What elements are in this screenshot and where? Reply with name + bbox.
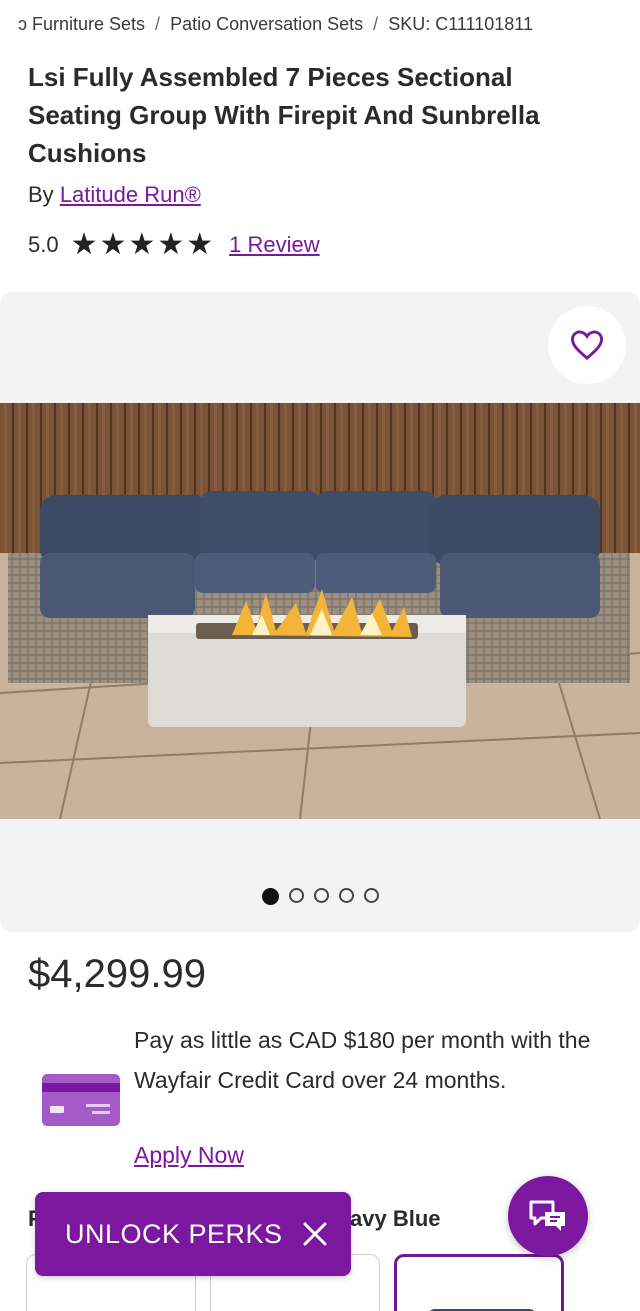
gallery-dot-4[interactable] <box>338 888 354 903</box>
credit-card-icon <box>42 1074 120 1126</box>
star-icon: ★ <box>128 227 156 262</box>
rating-row: 5.0 ★ ★ ★ ★ ★ 1 Review <box>28 228 320 262</box>
star-icon: ★ <box>186 227 214 262</box>
brand-byline: By Latitude Run® <box>28 182 201 208</box>
breadcrumb-item-furniture-sets[interactable]: ɔ Furniture Sets <box>18 14 145 35</box>
product-photo <box>0 403 640 819</box>
breadcrumb-separator: / <box>155 14 161 34</box>
financing-text: Pay as little as CAD $180 per month with… <box>134 1027 591 1093</box>
gallery-dot-3[interactable] <box>313 888 329 903</box>
star-icon: ★ <box>157 227 185 262</box>
variant-selected-value: avy Blue <box>350 1206 441 1231</box>
heart-outline-icon <box>570 330 604 361</box>
reviews-link[interactable]: 1 Review <box>229 232 319 258</box>
product-image-gallery[interactable] <box>0 292 640 932</box>
product-title: Lsi Fully Assembled 7 Pieces Sectional S… <box>28 62 540 168</box>
by-label: By <box>28 182 54 207</box>
star-icon: ★ <box>99 227 127 262</box>
product-price: $4,299.99 <box>28 952 206 996</box>
brand-link[interactable]: Latitude Run® <box>60 182 201 207</box>
rating-score: 5.0 <box>28 232 59 257</box>
breadcrumb-separator: / <box>373 14 379 34</box>
gallery-dot-1[interactable] <box>261 888 279 905</box>
gallery-dot-5[interactable] <box>363 888 379 903</box>
star-rating: ★ ★ ★ ★ ★ <box>71 230 214 260</box>
chat-button[interactable] <box>508 1176 588 1256</box>
gallery-dot-2[interactable] <box>288 888 304 903</box>
gallery-pagination <box>0 888 640 905</box>
variant-swatch-3[interactable] <box>394 1254 564 1311</box>
favorite-button[interactable] <box>548 306 626 384</box>
chat-bubbles-icon <box>529 1200 565 1231</box>
unlock-perks-label: UNLOCK PERKS <box>65 1218 283 1249</box>
star-icon: ★ <box>70 227 98 262</box>
breadcrumb-item-patio-conversation-sets[interactable]: Patio Conversation Sets <box>170 14 363 35</box>
apply-now-link[interactable]: Apply Now <box>134 1142 244 1169</box>
close-icon[interactable] <box>297 1216 333 1252</box>
breadcrumb-sku: SKU: C111101811 <box>388 14 533 34</box>
unlock-perks-banner[interactable]: UNLOCK PERKS <box>35 1192 351 1276</box>
breadcrumb: ɔ Furniture Sets / Patio Conversation Sets… <box>18 14 638 40</box>
